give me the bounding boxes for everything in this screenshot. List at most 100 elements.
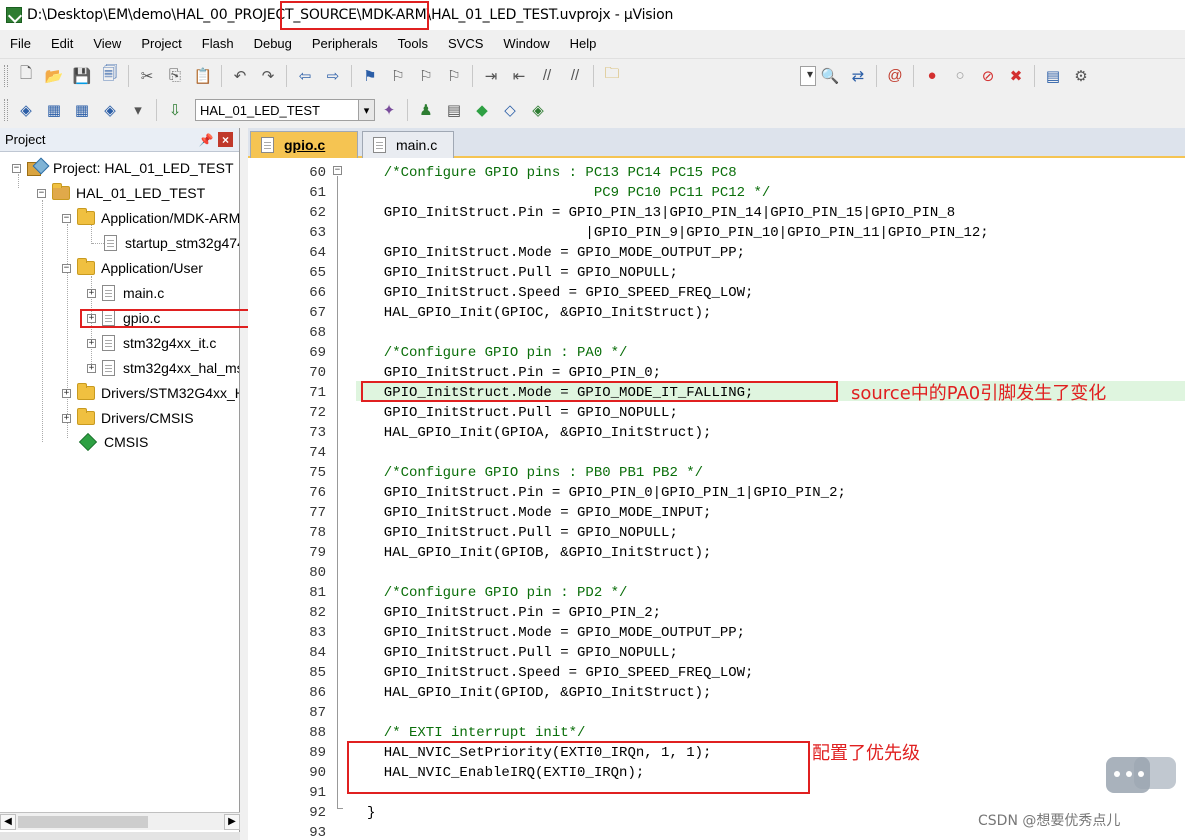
find-icon[interactable]: 🔍	[819, 65, 841, 87]
uncomment-icon[interactable]: //	[564, 65, 586, 87]
expand-icon[interactable]: +	[87, 338, 96, 348]
code-line[interactable]: PC9 PC10 PC11 PC12 */	[367, 183, 770, 203]
menu-peripherals[interactable]: Peripherals	[302, 36, 388, 51]
menu-view[interactable]: View	[83, 36, 131, 51]
close-icon[interactable]: ×	[218, 132, 233, 147]
download-icon[interactable]: ⇩	[164, 99, 186, 121]
collapse-icon[interactable]: −	[62, 213, 71, 223]
tree-item-it-c[interactable]: + stm32g4xx_it.c	[87, 333, 216, 353]
code-line[interactable]: GPIO_InitStruct.Speed = GPIO_SPEED_FREQ_…	[367, 663, 754, 683]
disable-breakpoint-icon[interactable]: ○	[949, 65, 971, 87]
expand-icon[interactable]: +	[87, 288, 96, 298]
run-time-env-icon[interactable]: ◆	[471, 99, 493, 121]
code-line[interactable]: /*Configure GPIO pins : PC13 PC14 PC15 P…	[367, 163, 737, 183]
save-all-icon[interactable]: 🗐	[99, 65, 121, 87]
code-line[interactable]: GPIO_InitStruct.Pin = GPIO_PIN_0|GPIO_PI…	[367, 483, 846, 503]
target-select[interactable]: HAL_01_LED_TEST ▾	[195, 99, 375, 121]
bookmark-icon[interactable]: ⚑	[359, 65, 381, 87]
save-icon[interactable]: 💾	[71, 65, 93, 87]
redo-icon[interactable]: ↷	[257, 65, 279, 87]
undo-icon[interactable]: ↶	[229, 65, 251, 87]
select-packs-icon[interactable]: ◈	[527, 99, 549, 121]
code-line[interactable]: HAL_GPIO_Init(GPIOD, &GPIO_InitStruct);	[367, 683, 712, 703]
code-line[interactable]: HAL_GPIO_Init(GPIOB, &GPIO_InitStruct);	[367, 543, 712, 563]
tab-main-c[interactable]: main.c	[362, 131, 454, 158]
menu-project[interactable]: Project	[131, 36, 191, 51]
target-options-icon[interactable]: ✦	[378, 99, 400, 121]
code-line[interactable]: /*Configure GPIO pin : PA0 */	[367, 343, 628, 363]
nav-back-icon[interactable]: ⇦	[294, 65, 316, 87]
tree-item-group-user[interactable]: − Application/User	[62, 258, 203, 278]
code-line[interactable]: }	[367, 803, 375, 823]
scroll-thumb[interactable]	[18, 815, 148, 828]
stop-build-icon[interactable]: ▾	[127, 99, 149, 121]
rebuild-icon[interactable]: ▦	[71, 99, 93, 121]
tree-horizontal-scrollbar[interactable]: ◀ ▶	[0, 812, 240, 830]
find-in-files-icon[interactable]: 🗀	[601, 65, 623, 87]
find-combo[interactable]	[800, 65, 816, 86]
build-icon[interactable]: ▦	[43, 99, 65, 121]
prev-bookmark-icon[interactable]: ⚐	[387, 65, 409, 87]
debug-session-icon[interactable]: @	[884, 65, 906, 87]
disable-all-breakpoints-icon[interactable]: ⊘	[977, 65, 999, 87]
copy-icon[interactable]: ⎘	[164, 65, 186, 87]
nav-forward-icon[interactable]: ⇨	[322, 65, 344, 87]
code-line[interactable]: GPIO_InitStruct.Pull = GPIO_NOPULL;	[367, 403, 678, 423]
scroll-track[interactable]	[16, 814, 224, 830]
code-line[interactable]: GPIO_InitStruct.Mode = GPIO_MODE_OUTPUT_…	[367, 623, 745, 643]
clear-bookmarks-icon[interactable]: ⚐	[443, 65, 465, 87]
collapse-icon[interactable]: −	[62, 263, 71, 273]
menu-tools[interactable]: Tools	[388, 36, 438, 51]
expand-icon[interactable]: +	[62, 413, 71, 423]
tab-gpio-c[interactable]: gpio.c	[250, 131, 358, 158]
toolbar-grip[interactable]	[4, 99, 8, 121]
code-line[interactable]: GPIO_InitStruct.Pull = GPIO_NOPULL;	[367, 263, 678, 283]
menu-svcs[interactable]: SVCS	[438, 36, 493, 51]
scroll-right-icon[interactable]: ▶	[224, 813, 240, 830]
comment-icon[interactable]: //	[536, 65, 558, 87]
configure-icon[interactable]: ⚙	[1070, 65, 1092, 87]
pin-icon[interactable]: 📌	[198, 132, 214, 148]
batch-build-icon[interactable]: ◈	[99, 99, 121, 121]
tree-item-target[interactable]: − HAL_01_LED_TEST	[37, 183, 205, 203]
pack-installer-icon[interactable]: ◇	[499, 99, 521, 121]
code-line[interactable]: HAL_GPIO_Init(GPIOA, &GPIO_InitStruct);	[367, 423, 712, 443]
code-line[interactable]: GPIO_InitStruct.Pin = GPIO_PIN_13|GPIO_P…	[367, 203, 955, 223]
chat-bubble-icon[interactable]	[1106, 757, 1176, 805]
tree-item-project[interactable]: − Project: HAL_01_LED_TEST	[12, 158, 234, 178]
code-line[interactable]: /* EXTI interrupt init*/	[367, 723, 586, 743]
paste-icon[interactable]: 📋	[192, 65, 214, 87]
code-line[interactable]: GPIO_InitStruct.Pin = GPIO_PIN_0;	[367, 363, 661, 383]
code-line[interactable]: HAL_GPIO_Init(GPIOC, &GPIO_InitStruct);	[367, 303, 712, 323]
open-folder-icon[interactable]: 📂	[43, 65, 65, 87]
collapse-icon[interactable]: −	[12, 163, 21, 173]
menu-file[interactable]: File	[0, 36, 41, 51]
menu-debug[interactable]: Debug	[244, 36, 302, 51]
scroll-left-icon[interactable]: ◀	[0, 813, 16, 830]
collapse-icon[interactable]: −	[37, 188, 46, 198]
expand-icon[interactable]: +	[87, 363, 96, 373]
code-line[interactable]: /*Configure GPIO pin : PD2 */	[367, 583, 628, 603]
code-line[interactable]: GPIO_InitStruct.Pull = GPIO_NOPULL;	[367, 643, 678, 663]
code-line[interactable]: GPIO_InitStruct.Speed = GPIO_SPEED_FREQ_…	[367, 283, 754, 303]
toolbar-grip[interactable]	[4, 64, 8, 87]
new-file-icon[interactable]: 🗋	[15, 65, 37, 87]
menu-window[interactable]: Window	[493, 36, 559, 51]
code-line[interactable]: GPIO_InitStruct.Mode = GPIO_MODE_INPUT;	[367, 503, 712, 523]
unindent-icon[interactable]: ⇤	[508, 65, 530, 87]
menu-edit[interactable]: Edit	[41, 36, 83, 51]
breakpoint-icon[interactable]: ●	[921, 65, 943, 87]
tree-item-main-c[interactable]: + main.c	[87, 283, 164, 303]
window-layout-icon[interactable]: ▤	[1042, 65, 1064, 87]
expand-icon[interactable]: +	[62, 388, 71, 398]
translate-icon[interactable]: ◈	[15, 99, 37, 121]
menu-help[interactable]: Help	[560, 36, 607, 51]
next-bookmark-icon[interactable]: ⚐	[415, 65, 437, 87]
kill-all-breakpoints-icon[interactable]: ✖	[1005, 65, 1027, 87]
cut-icon[interactable]: ✂	[136, 65, 158, 87]
code-line[interactable]: GPIO_InitStruct.Pull = GPIO_NOPULL;	[367, 523, 678, 543]
tree-item-cmsis-component[interactable]: CMSIS	[78, 432, 148, 452]
code-line[interactable]: GPIO_InitStruct.Mode = GPIO_MODE_OUTPUT_…	[367, 243, 745, 263]
manage-components-icon[interactable]: ♟	[415, 99, 437, 121]
tree-item-group-mdk-arm[interactable]: − Application/MDK-ARM	[62, 208, 240, 228]
